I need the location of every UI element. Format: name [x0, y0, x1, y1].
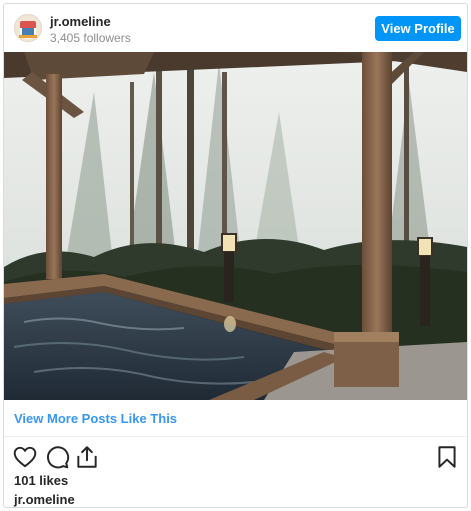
- username[interactable]: jr.omeline: [50, 14, 111, 29]
- like-count[interactable]: 101 likes: [14, 473, 68, 488]
- post-header: jr.omeline 3,405 followers View Profile: [4, 4, 467, 52]
- view-more-posts-link[interactable]: View More Posts Like This: [14, 411, 177, 426]
- more-posts-row: View More Posts Like This: [4, 401, 467, 437]
- post-photo[interactable]: [4, 52, 467, 400]
- instagram-embed-card: jr.omeline 3,405 followers View Profile: [3, 3, 468, 508]
- follower-count: 3,405 followers: [50, 31, 131, 45]
- avatar[interactable]: [14, 14, 42, 42]
- avatar-roof-shape: [20, 21, 36, 28]
- heart-icon[interactable]: [12, 444, 38, 470]
- comment-icon[interactable]: [44, 444, 70, 470]
- avatar-base-shape: [22, 28, 34, 35]
- post-actions: [4, 438, 467, 474]
- view-profile-button[interactable]: View Profile: [375, 16, 461, 41]
- caption-username[interactable]: jr.omeline: [14, 492, 75, 507]
- bookmark-icon[interactable]: [434, 444, 460, 470]
- avatar-stripe-shape: [19, 35, 37, 38]
- share-icon[interactable]: [74, 444, 100, 470]
